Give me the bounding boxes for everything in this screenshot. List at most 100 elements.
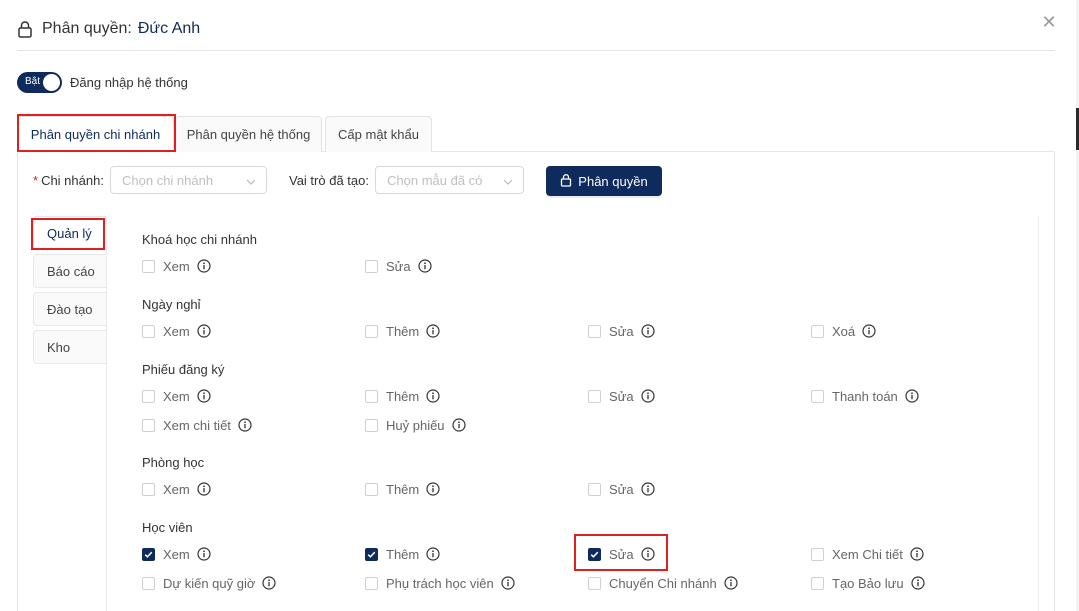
permission-checkbox[interactable]	[365, 324, 378, 338]
info-icon[interactable]	[197, 482, 211, 496]
permission-label: Thêm	[386, 481, 420, 497]
permission-checkbox[interactable]	[365, 259, 378, 273]
permission-label: Chuyển Chi nhánh	[609, 575, 717, 591]
permission-label: Xem Chi tiết	[832, 546, 903, 562]
login-toggle[interactable]: Bật	[17, 72, 62, 93]
info-icon[interactable]	[426, 547, 440, 561]
permission-item[interactable]: Phụ trách học viên	[365, 574, 515, 592]
section-title: Phiếu đăng ký	[142, 362, 225, 377]
permission-checkbox[interactable]	[365, 482, 378, 496]
modal-header: Phân quyền: Đức Anh	[17, 17, 200, 41]
info-icon[interactable]	[426, 389, 440, 403]
info-icon[interactable]	[910, 576, 925, 590]
permission-item[interactable]: Xoá	[811, 322, 876, 340]
permission-label: Sửa	[386, 258, 411, 274]
permission-checkbox[interactable]	[365, 576, 378, 590]
permission-item[interactable]: Xem chi tiết	[142, 416, 252, 434]
permission-checkbox[interactable]	[365, 547, 378, 561]
permission-checkbox[interactable]	[588, 324, 601, 338]
permission-checkbox[interactable]	[142, 482, 155, 496]
role-select-placeholder: Chọn mẫu đã có	[387, 172, 483, 188]
permission-item[interactable]: Dự kiến quỹ giờ	[142, 574, 276, 592]
permission-checkbox[interactable]	[142, 259, 155, 273]
permission-label: Xem	[163, 258, 190, 274]
lock-icon	[560, 173, 572, 190]
branch-select[interactable]: Chọn chi nhánh	[110, 166, 267, 194]
info-icon[interactable]	[262, 576, 276, 590]
permission-checkbox[interactable]	[588, 482, 601, 496]
content-divider	[106, 216, 107, 611]
side-tab-training[interactable]: Đào tạo	[33, 292, 107, 326]
chevron-down-icon	[503, 175, 513, 185]
section-title: Khoá học chi nhánh	[142, 232, 257, 247]
permission-checkbox[interactable]	[142, 324, 155, 338]
info-icon[interactable]	[641, 482, 655, 496]
permission-item[interactable]: Thanh toán	[811, 387, 919, 405]
tab-system-permission[interactable]: Phân quyền hệ thống	[175, 116, 322, 152]
permission-checkbox[interactable]	[811, 576, 824, 590]
permission-item[interactable]: Sửa	[588, 545, 655, 563]
info-icon[interactable]	[641, 389, 655, 403]
side-tab-warehouse[interactable]: Kho	[33, 330, 107, 364]
permission-item[interactable]: Xem Chi tiết	[811, 545, 924, 563]
info-icon[interactable]	[501, 576, 515, 590]
info-icon[interactable]	[451, 418, 466, 432]
permission-item[interactable]: Huỷ phiếu	[365, 416, 466, 434]
permission-label: Xem	[163, 546, 190, 562]
assign-permission-button[interactable]: Phân quyền	[546, 166, 662, 196]
permission-item[interactable]: Sửa	[588, 322, 655, 340]
permission-item[interactable]: Xem	[142, 257, 211, 275]
info-icon[interactable]	[238, 418, 252, 432]
info-icon[interactable]	[641, 324, 655, 338]
info-icon[interactable]	[641, 547, 655, 561]
permission-item[interactable]: Thêm	[365, 545, 440, 563]
permission-item[interactable]: Tạo Bảo lưu	[811, 574, 925, 592]
permission-checkbox[interactable]	[365, 418, 378, 432]
permission-checkbox[interactable]	[365, 389, 378, 403]
role-template-select[interactable]: Chọn mẫu đã có	[375, 166, 524, 194]
permission-checkbox[interactable]	[588, 389, 601, 403]
info-icon[interactable]	[197, 259, 211, 273]
info-icon[interactable]	[910, 547, 924, 561]
info-icon[interactable]	[197, 324, 211, 338]
close-icon[interactable]: ✕	[1041, 13, 1057, 31]
permission-item[interactable]: Xem	[142, 480, 211, 498]
info-icon[interactable]	[197, 547, 211, 561]
lock-icon	[17, 20, 33, 38]
permission-checkbox[interactable]	[142, 547, 155, 561]
permission-item[interactable]: Thêm	[365, 480, 440, 498]
permission-label: Phụ trách học viên	[386, 575, 494, 591]
info-icon[interactable]	[862, 324, 876, 338]
permission-item[interactable]: Chuyển Chi nhánh	[588, 574, 738, 592]
permission-item[interactable]: Sửa	[588, 387, 655, 405]
info-icon[interactable]	[197, 389, 211, 403]
info-icon[interactable]	[418, 259, 432, 273]
info-icon[interactable]	[426, 482, 440, 496]
login-toggle-row: Bật Đăng nhập hệ thống	[17, 72, 188, 93]
permission-checkbox[interactable]	[811, 389, 824, 403]
permission-item[interactable]: Sửa	[365, 257, 432, 275]
permission-label: Xem chi tiết	[163, 417, 231, 433]
info-icon[interactable]	[905, 389, 919, 403]
side-tab-report[interactable]: Báo cáo	[33, 254, 107, 288]
permission-label: Thêm	[386, 323, 420, 339]
permission-checkbox[interactable]	[811, 547, 824, 561]
permission-item[interactable]: Sửa	[588, 480, 655, 498]
permission-checkbox[interactable]	[811, 324, 824, 338]
tab-password[interactable]: Cấp mật khẩu	[325, 116, 432, 152]
permission-checkbox[interactable]	[588, 547, 601, 561]
permission-checkbox[interactable]	[142, 389, 155, 403]
permission-item[interactable]: Thêm	[365, 387, 440, 405]
permission-item[interactable]: Thêm	[365, 322, 440, 340]
info-icon[interactable]	[724, 576, 738, 590]
side-tab-manage[interactable]: Quản lý	[33, 216, 107, 250]
permission-item[interactable]: Xem	[142, 545, 211, 563]
permission-item[interactable]: Xem	[142, 322, 211, 340]
assign-permission-label: Phân quyền	[578, 173, 648, 189]
permission-checkbox[interactable]	[588, 576, 601, 590]
info-icon[interactable]	[426, 324, 440, 338]
tab-branch-permission[interactable]: Phân quyền chi nhánh	[17, 116, 174, 152]
permission-checkbox[interactable]	[142, 418, 155, 432]
permission-item[interactable]: Xem	[142, 387, 211, 405]
permission-checkbox[interactable]	[142, 576, 155, 590]
